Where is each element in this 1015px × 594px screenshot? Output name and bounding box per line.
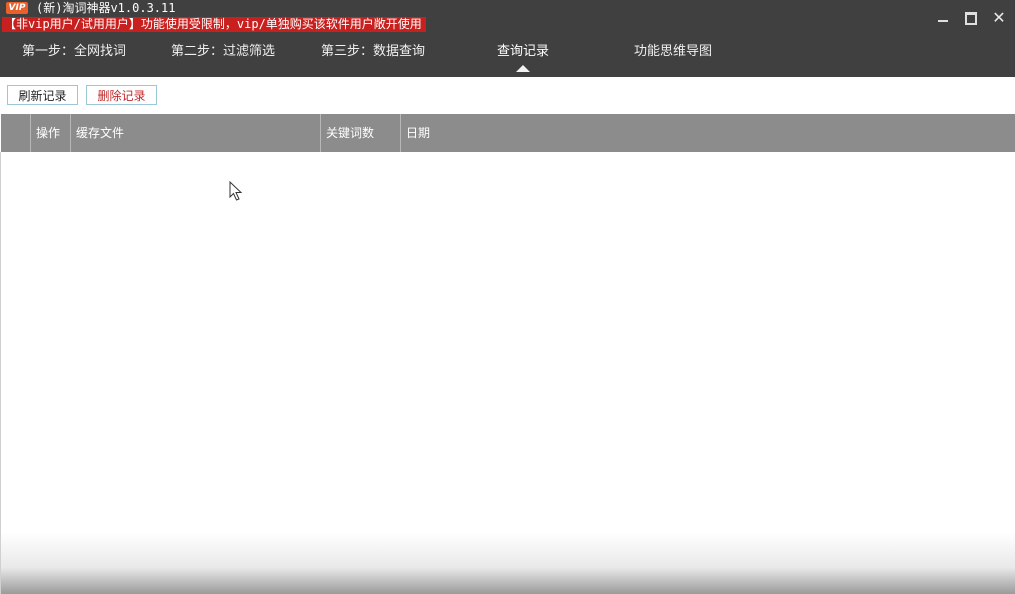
maximize-button[interactable] [961, 8, 981, 28]
tab-step1-find-words[interactable]: 第一步：全网找词 [22, 43, 126, 61]
app-window: VIP (新)淘词神器v1.0.3.11 【非vip用户/试用用户】功能使用受限… [0, 0, 1015, 594]
tab-label: 查询记录 [497, 44, 550, 59]
window-controls: ✕ [933, 8, 1009, 28]
column-header-date[interactable]: 日期 [401, 114, 1015, 152]
active-tab-indicator [516, 65, 530, 72]
minimize-button[interactable] [933, 8, 953, 28]
refresh-records-button[interactable]: 刷新记录 [7, 85, 78, 105]
column-header-keyword-count[interactable]: 关键词数 [321, 114, 401, 152]
column-header-select[interactable] [1, 114, 31, 152]
minimize-icon [938, 20, 948, 22]
delete-records-button[interactable]: 删除记录 [86, 85, 157, 105]
tab-step2-filter[interactable]: 第二步：过滤筛选 [171, 43, 275, 61]
close-icon: ✕ [992, 8, 1006, 27]
vip-logo-icon: VIP [6, 2, 28, 14]
column-header-action[interactable]: 操作 [31, 114, 71, 152]
column-header-cache-file[interactable]: 缓存文件 [71, 114, 321, 152]
tab-step3-query[interactable]: 第三步：数据查询 [321, 43, 425, 61]
table-body[interactable] [0, 152, 1015, 594]
maximize-icon [965, 11, 977, 25]
tab-query-history[interactable]: 查询记录 [497, 43, 550, 72]
tab-label: 第一步：全网找词 [22, 44, 127, 59]
tab-mindmap[interactable]: 功能思维导图 [634, 43, 712, 61]
close-button[interactable]: ✕ [989, 8, 1009, 28]
tab-label: 第三步：数据查询 [321, 44, 426, 59]
app-title: (新)淘词神器v1.0.3.11 [36, 1, 176, 15]
vip-restriction-notice: 【非vip用户/试用用户】功能使用受限制，vip/单独购买该软件用户敞开使用 [2, 17, 426, 32]
mouse-cursor-icon [229, 181, 243, 201]
title-bar[interactable]: VIP (新)淘词神器v1.0.3.11 【非vip用户/试用用户】功能使用受限… [0, 0, 1015, 77]
table-header: 操作 缓存文件 关键词数 日期 [1, 114, 1015, 152]
tab-label: 功能思维导图 [634, 44, 713, 59]
tab-label: 第二步：过滤筛选 [171, 44, 276, 59]
